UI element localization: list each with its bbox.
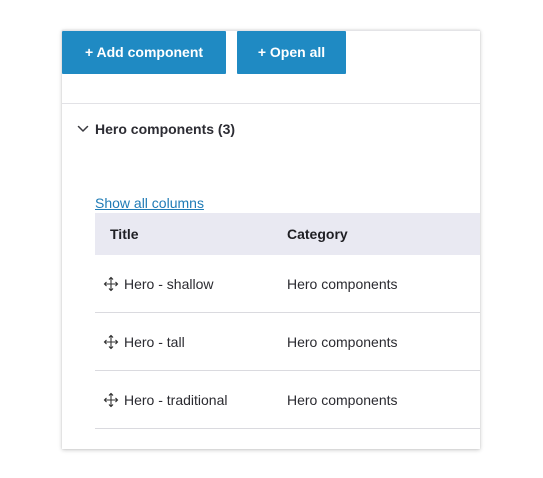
row-title-cell: Hero - tall [103,334,185,350]
table-row: Hero - shallow Hero components [95,255,480,313]
table-row: Hero - tall Hero components [95,313,480,371]
row-title-cell: Hero - traditional [103,392,228,408]
toolbar: + Add component + Open all [62,31,480,104]
row-title: Hero - tall [124,333,185,350]
row-title: Hero - traditional [124,391,228,408]
row-title-cell: Hero - shallow [103,276,213,292]
move-handle-icon[interactable] [103,392,119,408]
row-category: Hero components [287,333,398,350]
move-handle-icon[interactable] [103,276,119,292]
components-table: Title Category Hero - shallow Hero compo… [95,213,480,429]
row-category: Hero components [287,391,398,408]
add-component-button[interactable]: + Add component [62,31,226,74]
row-category: Hero components [287,275,398,292]
column-header-category[interactable]: Category [287,226,348,242]
chevron-down-icon [77,125,89,132]
components-panel: + Add component + Open all Hero componen… [62,30,480,449]
column-header-title[interactable]: Title [110,226,139,242]
table-header: Title Category [95,213,480,255]
move-handle-icon[interactable] [103,334,119,350]
show-all-columns-link[interactable]: Show all columns [95,195,204,211]
row-title: Hero - shallow [124,275,214,292]
section-toggle[interactable]: Hero components (3) [74,117,235,141]
section-title: Hero components (3) [95,121,236,137]
open-all-button[interactable]: + Open all [237,31,346,74]
table-row: Hero - traditional Hero components [95,371,480,429]
